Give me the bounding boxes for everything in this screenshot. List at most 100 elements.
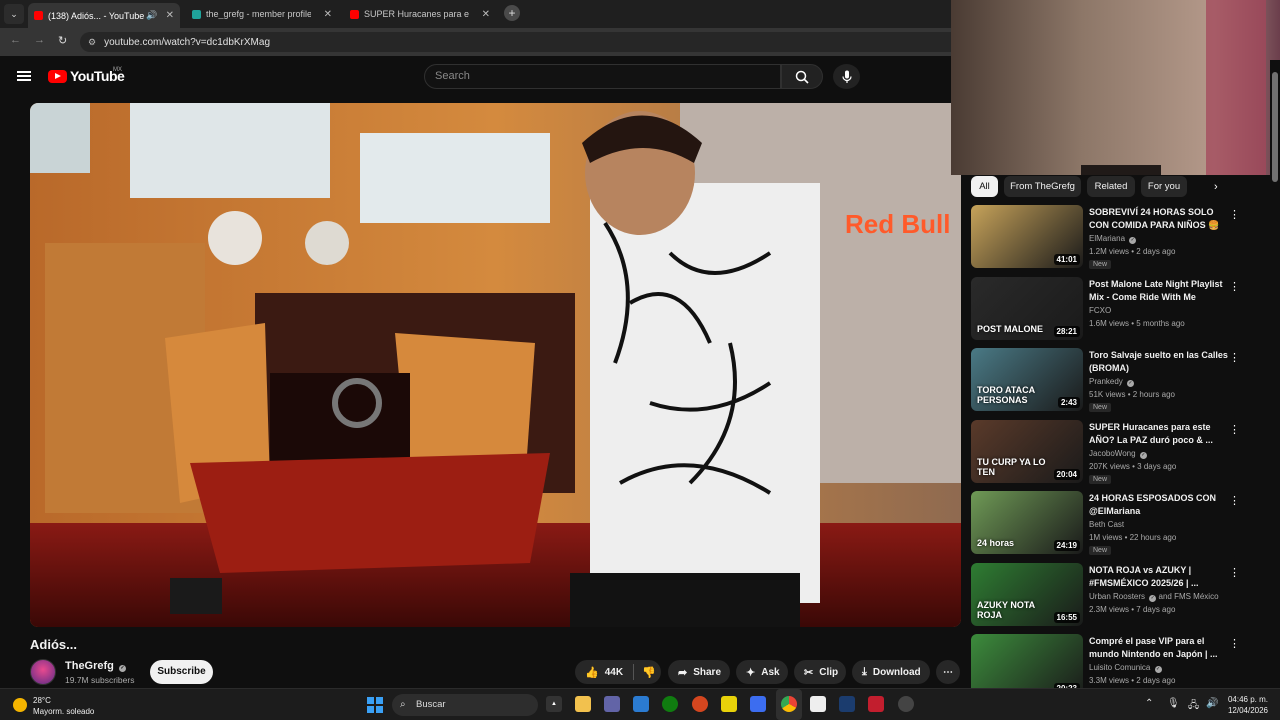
recommendation-item[interactable]: POST MALONE 28:21 Post Malone Late Night P… <box>971 277 1271 342</box>
clock[interactable]: 04:46 p. m. 12/04/2026 <box>1222 694 1268 716</box>
search-input[interactable]: Search <box>424 64 781 89</box>
close-tab-icon[interactable]: ✕ <box>482 9 490 20</box>
close-tab-icon[interactable]: ✕ <box>166 10 174 21</box>
chip-related[interactable]: Related <box>1087 176 1135 197</box>
video-thumbnail[interactable]: TU CURP YA LO TEN 20:04 <box>971 420 1083 483</box>
search-button[interactable] <box>781 64 823 89</box>
speaker-icon[interactable]: 🔊 <box>146 10 157 21</box>
download-button[interactable]: ⤓ Download <box>852 660 930 684</box>
chevron-up-icon[interactable]: ⌃ <box>1145 698 1153 709</box>
remote-desktop-icon[interactable] <box>633 696 649 712</box>
more-vertical-icon[interactable]: ⋮ <box>1229 494 1240 507</box>
recommendation-title[interactable]: Compré el pase VIP para el mundo Nintend… <box>1089 635 1229 661</box>
video-thumbnail[interactable]: POST MALONE 28:21 <box>971 277 1083 340</box>
chrome-icon[interactable] <box>781 696 797 712</box>
chip-all[interactable]: All <box>971 176 998 197</box>
recommendation-title[interactable]: SUPER Huracanes para este AÑO? La PAZ du… <box>1089 421 1229 447</box>
media-app-icon[interactable] <box>692 696 708 712</box>
obs-icon[interactable] <box>898 696 914 712</box>
recommendation-channel[interactable]: Beth Cast <box>1089 520 1124 529</box>
more-vertical-icon[interactable]: ⋮ <box>1229 208 1240 221</box>
recommendation-channel[interactable]: Luisito Comunica ✓ <box>1089 663 1162 673</box>
view-count: 1.2M views <box>1089 247 1130 256</box>
site-info-icon[interactable]: ⚙ <box>88 37 96 48</box>
windows-start-icon[interactable] <box>367 697 383 713</box>
channel-avatar[interactable] <box>30 659 56 685</box>
browser-tab-huracanes[interactable]: SUPER Huracanes para este AÑO ✕ <box>344 3 496 25</box>
game-app-icon[interactable]: ▲ <box>546 696 562 712</box>
file-explorer-icon[interactable] <box>575 696 591 712</box>
chevron-right-icon[interactable]: › <box>1214 181 1218 193</box>
more-vertical-icon[interactable]: ⋮ <box>1229 566 1240 579</box>
recommendation-channel[interactable]: Prankedy ✓ <box>1089 377 1135 387</box>
menu-icon[interactable] <box>17 71 31 81</box>
ask-button[interactable]: ✦ Ask <box>736 660 788 684</box>
share-button[interactable]: ➦ Share <box>668 660 730 684</box>
taskbar-search[interactable]: ⌕ Buscar <box>392 694 538 716</box>
redbull-neon-sign: Red Bull <box>845 209 950 239</box>
chip-from-thegrefg[interactable]: From TheGrefg <box>1004 176 1081 197</box>
sun-weather-icon[interactable] <box>13 698 27 712</box>
channel-text: Urban Roosters <box>1089 592 1146 601</box>
bandicam-icon[interactable] <box>868 696 884 712</box>
video-thumbnail[interactable]: 41:01 <box>971 205 1083 268</box>
recommendation-channel[interactable]: JacoboWong ✓ <box>1089 449 1147 459</box>
forward-arrow-icon[interactable]: → <box>34 34 45 46</box>
more-vertical-icon[interactable]: ⋮ <box>1229 423 1240 436</box>
more-actions-button[interactable]: ⋯ <box>936 660 960 684</box>
recommendation-channel[interactable]: ElMariana ✓ <box>1089 234 1137 244</box>
page-scrollbar[interactable] <box>1270 60 1280 688</box>
video-thumbnail[interactable]: 24 horas 24:19 <box>971 491 1083 554</box>
chip-for-you[interactable]: For you <box>1141 176 1187 197</box>
more-vertical-icon[interactable]: ⋮ <box>1229 637 1240 650</box>
close-tab-icon[interactable]: ✕ <box>324 9 332 20</box>
video-player[interactable]: Red Bull <box>30 103 961 627</box>
weather-widget[interactable]: 28°C Mayorm. soleado <box>33 695 94 717</box>
recommendation-title[interactable]: Toro Salvaje suelto en las Calles (BROMA… <box>1089 349 1229 375</box>
store-icon[interactable] <box>750 696 766 712</box>
recommendation-item[interactable]: TU CURP YA LO TEN 20:04 SUPER Huracanes pa… <box>971 420 1271 485</box>
recommendation-item[interactable]: 41:01 SOBREVIVÍ 24 HORAS SOLO CON COMIDA … <box>971 205 1271 270</box>
back-arrow-icon[interactable]: ← <box>10 34 21 46</box>
more-vertical-icon[interactable]: ⋮ <box>1229 351 1240 364</box>
browser-tab-grefg-profile[interactable]: the_grefg - member profile | Vu ✕ <box>186 3 338 25</box>
channel-extra-text: and FMS México <box>1158 592 1219 601</box>
youtube-logo[interactable]: YouTube MX <box>48 67 125 84</box>
thumbnail-caption: TORO ATACA PERSONAS <box>977 385 1035 405</box>
youtube-favicon-icon <box>34 11 43 20</box>
video-thumbnail[interactable]: TORO ATACA PERSONAS 2:43 <box>971 348 1083 411</box>
recommendation-title[interactable]: NOTA ROJA vs AZUKY | #FMSMÉXICO 2025/26 … <box>1089 564 1229 590</box>
recommendation-item[interactable]: 24 horas 24:19 24 HORAS ESPOSADOS CON @ElM… <box>971 491 1271 556</box>
voice-search-button[interactable] <box>833 64 860 89</box>
clip-button[interactable]: ✂ Clip <box>794 660 846 684</box>
network-icon[interactable]: 🖧 <box>1188 698 1199 715</box>
thumbs-down-icon[interactable]: 👎 <box>642 666 656 679</box>
recommendation-item[interactable]: TORO ATACA PERSONAS 2:43 Toro Salvaje suel… <box>971 348 1271 413</box>
reload-icon[interactable]: ↻ <box>58 34 67 47</box>
recommendation-title[interactable]: SOBREVIVÍ 24 HORAS SOLO CON COMIDA PARA … <box>1089 206 1229 232</box>
tab-search-icon[interactable]: ⌄ <box>4 4 24 24</box>
volume-icon[interactable]: 🔊 <box>1206 698 1218 709</box>
screen: ⌄ (138) Adiós... - YouTube 🔊 ✕ the_grefg… <box>0 0 1280 720</box>
xbox-icon[interactable] <box>662 696 678 712</box>
recommendation-channel[interactable]: FCXO <box>1089 306 1111 315</box>
video-thumbnail[interactable]: AZUKY NOTA ROJA 16:55 <box>971 563 1083 626</box>
subscribe-button[interactable]: Subscribe <box>150 660 213 684</box>
recommendation-title[interactable]: Post Malone Late Night Playlist Mix - Co… <box>1089 278 1229 304</box>
channel-name[interactable]: TheGrefg ✓ <box>65 660 126 672</box>
scrollbar-thumb[interactable] <box>1272 72 1278 182</box>
editor-app-icon[interactable] <box>839 696 855 712</box>
new-tab-button[interactable]: + <box>504 5 520 21</box>
recommendation-title[interactable]: 24 HORAS ESPOSADOS CON @ElMariana <box>1089 492 1229 518</box>
recommendation-item[interactable]: AZUKY NOTA ROJA 16:55 NOTA ROJA vs AZUKY |… <box>971 563 1271 628</box>
thumbs-up-icon[interactable]: 👍 <box>585 666 599 679</box>
url-bar[interactable]: ⚙ youtube.com/watch?v=dc1dbKrXMag <box>80 32 960 52</box>
zapp-icon[interactable] <box>721 696 737 712</box>
like-count[interactable]: 44K <box>605 667 623 678</box>
browser-tab-youtube[interactable]: (138) Adiós... - YouTube 🔊 ✕ <box>28 3 180 28</box>
capcut-icon[interactable] <box>810 696 826 712</box>
microphone-tray-icon[interactable]: 🎙 <box>1167 698 1180 709</box>
recommendation-channel[interactable]: Urban Roosters ✓ and FMS México <box>1089 592 1219 602</box>
teams-icon[interactable] <box>604 696 620 712</box>
more-vertical-icon[interactable]: ⋮ <box>1229 280 1240 293</box>
